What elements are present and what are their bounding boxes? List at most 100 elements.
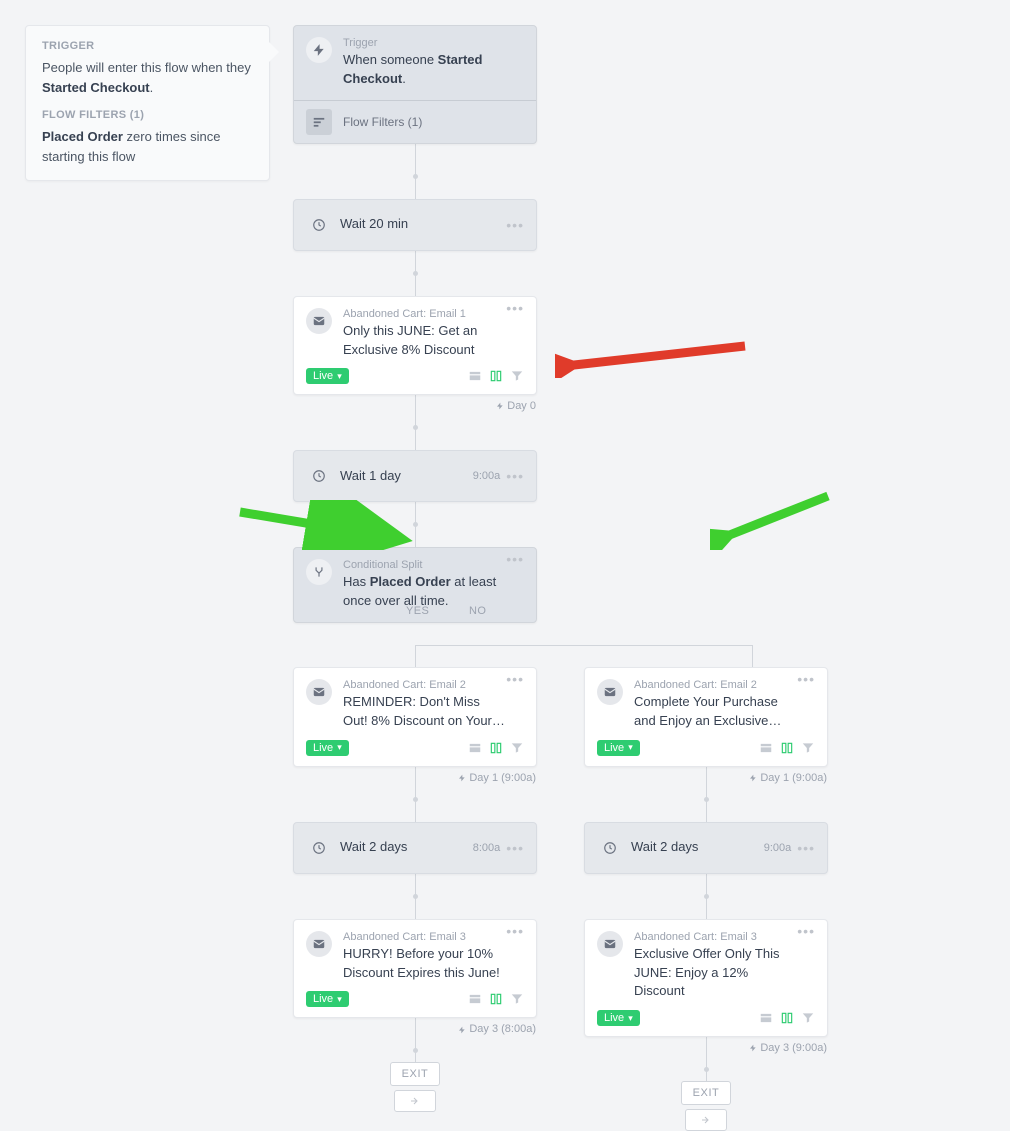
wait-node-1[interactable]: Wait 20 min ••• bbox=[293, 199, 537, 251]
text: When someone bbox=[343, 52, 438, 67]
flow-filters-heading: FLOW FILTERS (1) bbox=[42, 109, 253, 121]
no-label: NO bbox=[469, 605, 486, 617]
email-title: REMINDER: Don't Miss Out! 8% Discount on… bbox=[343, 693, 506, 731]
text: . bbox=[402, 71, 406, 86]
connector bbox=[415, 645, 416, 667]
connector bbox=[706, 1069, 707, 1081]
connector bbox=[415, 395, 416, 428]
filter-icon[interactable] bbox=[510, 992, 524, 1006]
email-icon bbox=[306, 679, 332, 705]
analytics-icon[interactable] bbox=[780, 1011, 794, 1025]
email-action-icons bbox=[759, 1011, 815, 1025]
status-badge[interactable]: Live bbox=[306, 991, 349, 1007]
filter-icon[interactable] bbox=[510, 741, 524, 755]
email-node-2-yes[interactable]: Abandoned Cart: Email 2 REMINDER: Don't … bbox=[293, 667, 537, 767]
yes-label: YES bbox=[406, 605, 429, 617]
connector bbox=[706, 896, 707, 919]
email-title: Only this JUNE: Get an Exclusive 8% Disc… bbox=[343, 322, 506, 360]
status-badge[interactable]: Live bbox=[597, 1010, 640, 1026]
text-bold: Started Checkout bbox=[42, 80, 150, 95]
wait-node-yes[interactable]: Wait 2 days 8:00a ••• bbox=[293, 822, 537, 874]
text: . bbox=[150, 80, 154, 95]
trigger-heading: TRIGGER bbox=[42, 40, 253, 52]
no-branch: Abandoned Cart: Email 2 Complete Your Pu… bbox=[584, 667, 828, 1131]
email-action-icons bbox=[759, 741, 815, 755]
text: People will enter this flow when they bbox=[42, 60, 251, 75]
status-badge[interactable]: Live bbox=[306, 740, 349, 756]
reroute-button[interactable] bbox=[394, 1090, 436, 1112]
connector bbox=[706, 799, 707, 822]
text: Has bbox=[343, 574, 370, 589]
connector bbox=[415, 1018, 416, 1051]
email-node-3-no[interactable]: Abandoned Cart: Email 3 Exclusive Offer … bbox=[584, 919, 828, 1038]
wait-node-no[interactable]: Wait 2 days 9:00a ••• bbox=[584, 822, 828, 874]
email-head: Abandoned Cart: Email 2 bbox=[343, 679, 506, 691]
email-icon bbox=[597, 931, 623, 957]
split-icon bbox=[306, 559, 332, 585]
yes-branch: Abandoned Cart: Email 2 REMINDER: Don't … bbox=[293, 667, 537, 1131]
wait-time-label: 9:00a bbox=[473, 470, 501, 482]
connector bbox=[415, 799, 416, 822]
filter-icon[interactable] bbox=[510, 369, 524, 383]
email-icon bbox=[597, 679, 623, 705]
wait-time-label: 9:00a bbox=[764, 842, 792, 854]
email-action-icons bbox=[468, 369, 524, 383]
annotation-arrow-red bbox=[555, 338, 755, 378]
email-head: Abandoned Cart: Email 1 bbox=[343, 308, 506, 320]
trigger-filters-row[interactable]: Flow Filters (1) bbox=[294, 101, 536, 143]
analytics-icon[interactable] bbox=[780, 741, 794, 755]
analytics-icon[interactable] bbox=[489, 992, 503, 1006]
wait-time-label: 8:00a bbox=[473, 842, 501, 854]
email-action-icons bbox=[468, 992, 524, 1006]
connector bbox=[415, 273, 416, 296]
email-node-1[interactable]: Abandoned Cart: Email 1 Only this JUNE: … bbox=[293, 296, 537, 396]
connector bbox=[415, 896, 416, 919]
email-title: Complete Your Purchase and Enjoy an Excl… bbox=[634, 693, 797, 731]
analytics-icon[interactable] bbox=[489, 369, 503, 383]
email-node-2-no[interactable]: Abandoned Cart: Email 2 Complete Your Pu… bbox=[584, 667, 828, 767]
preview-icon[interactable] bbox=[468, 369, 482, 383]
wait-text: Wait 1 day bbox=[340, 467, 473, 486]
status-badge[interactable]: Live bbox=[306, 368, 349, 384]
email-head: Abandoned Cart: Email 2 bbox=[634, 679, 797, 691]
preview-icon[interactable] bbox=[468, 992, 482, 1006]
split-line bbox=[415, 645, 753, 646]
clock-icon bbox=[306, 212, 332, 238]
day-label: Day 3 (9:00a) bbox=[749, 1042, 827, 1054]
connector bbox=[415, 176, 416, 199]
email-icon bbox=[306, 931, 332, 957]
exit-node[interactable]: EXIT bbox=[681, 1081, 731, 1105]
email-head: Abandoned Cart: Email 3 bbox=[634, 931, 797, 943]
trigger-info-card: TRIGGER People will enter this flow when… bbox=[25, 25, 270, 181]
connector bbox=[415, 1050, 416, 1062]
email-node-3-yes[interactable]: Abandoned Cart: Email 3 HURRY! Before yo… bbox=[293, 919, 537, 1019]
filter-icon[interactable] bbox=[801, 741, 815, 755]
preview-icon[interactable] bbox=[468, 741, 482, 755]
flow-canvas: Trigger When someone Started Checkout. F… bbox=[293, 25, 833, 1131]
wait-text: Wait 2 days bbox=[340, 838, 473, 857]
preview-icon[interactable] bbox=[759, 1011, 773, 1025]
clock-icon bbox=[306, 835, 332, 861]
preview-icon[interactable] bbox=[759, 741, 773, 755]
exit-node[interactable]: EXIT bbox=[390, 1062, 440, 1086]
clock-icon bbox=[306, 463, 332, 489]
email-head: Abandoned Cart: Email 3 bbox=[343, 931, 506, 943]
node-type-label: Conditional Split bbox=[343, 559, 506, 571]
analytics-icon[interactable] bbox=[489, 741, 503, 755]
trigger-node[interactable]: Trigger When someone Started Checkout. F… bbox=[293, 25, 537, 144]
email-action-icons bbox=[468, 741, 524, 755]
wait-node-2[interactable]: Wait 1 day 9:00a ••• bbox=[293, 450, 537, 502]
status-badge[interactable]: Live bbox=[597, 740, 640, 756]
day-label: Day 0 bbox=[496, 400, 536, 412]
filter-icon[interactable] bbox=[801, 1011, 815, 1025]
connector bbox=[706, 767, 707, 800]
connector bbox=[752, 645, 753, 667]
connector bbox=[415, 144, 416, 177]
connector bbox=[706, 1037, 707, 1070]
connector bbox=[415, 427, 416, 450]
node-type-label: Trigger bbox=[343, 37, 524, 49]
email-title: HURRY! Before your 10% Discount Expires … bbox=[343, 945, 506, 983]
trigger-icon bbox=[306, 37, 332, 63]
reroute-button[interactable] bbox=[685, 1109, 727, 1131]
text-bold: Placed Order bbox=[370, 574, 451, 589]
